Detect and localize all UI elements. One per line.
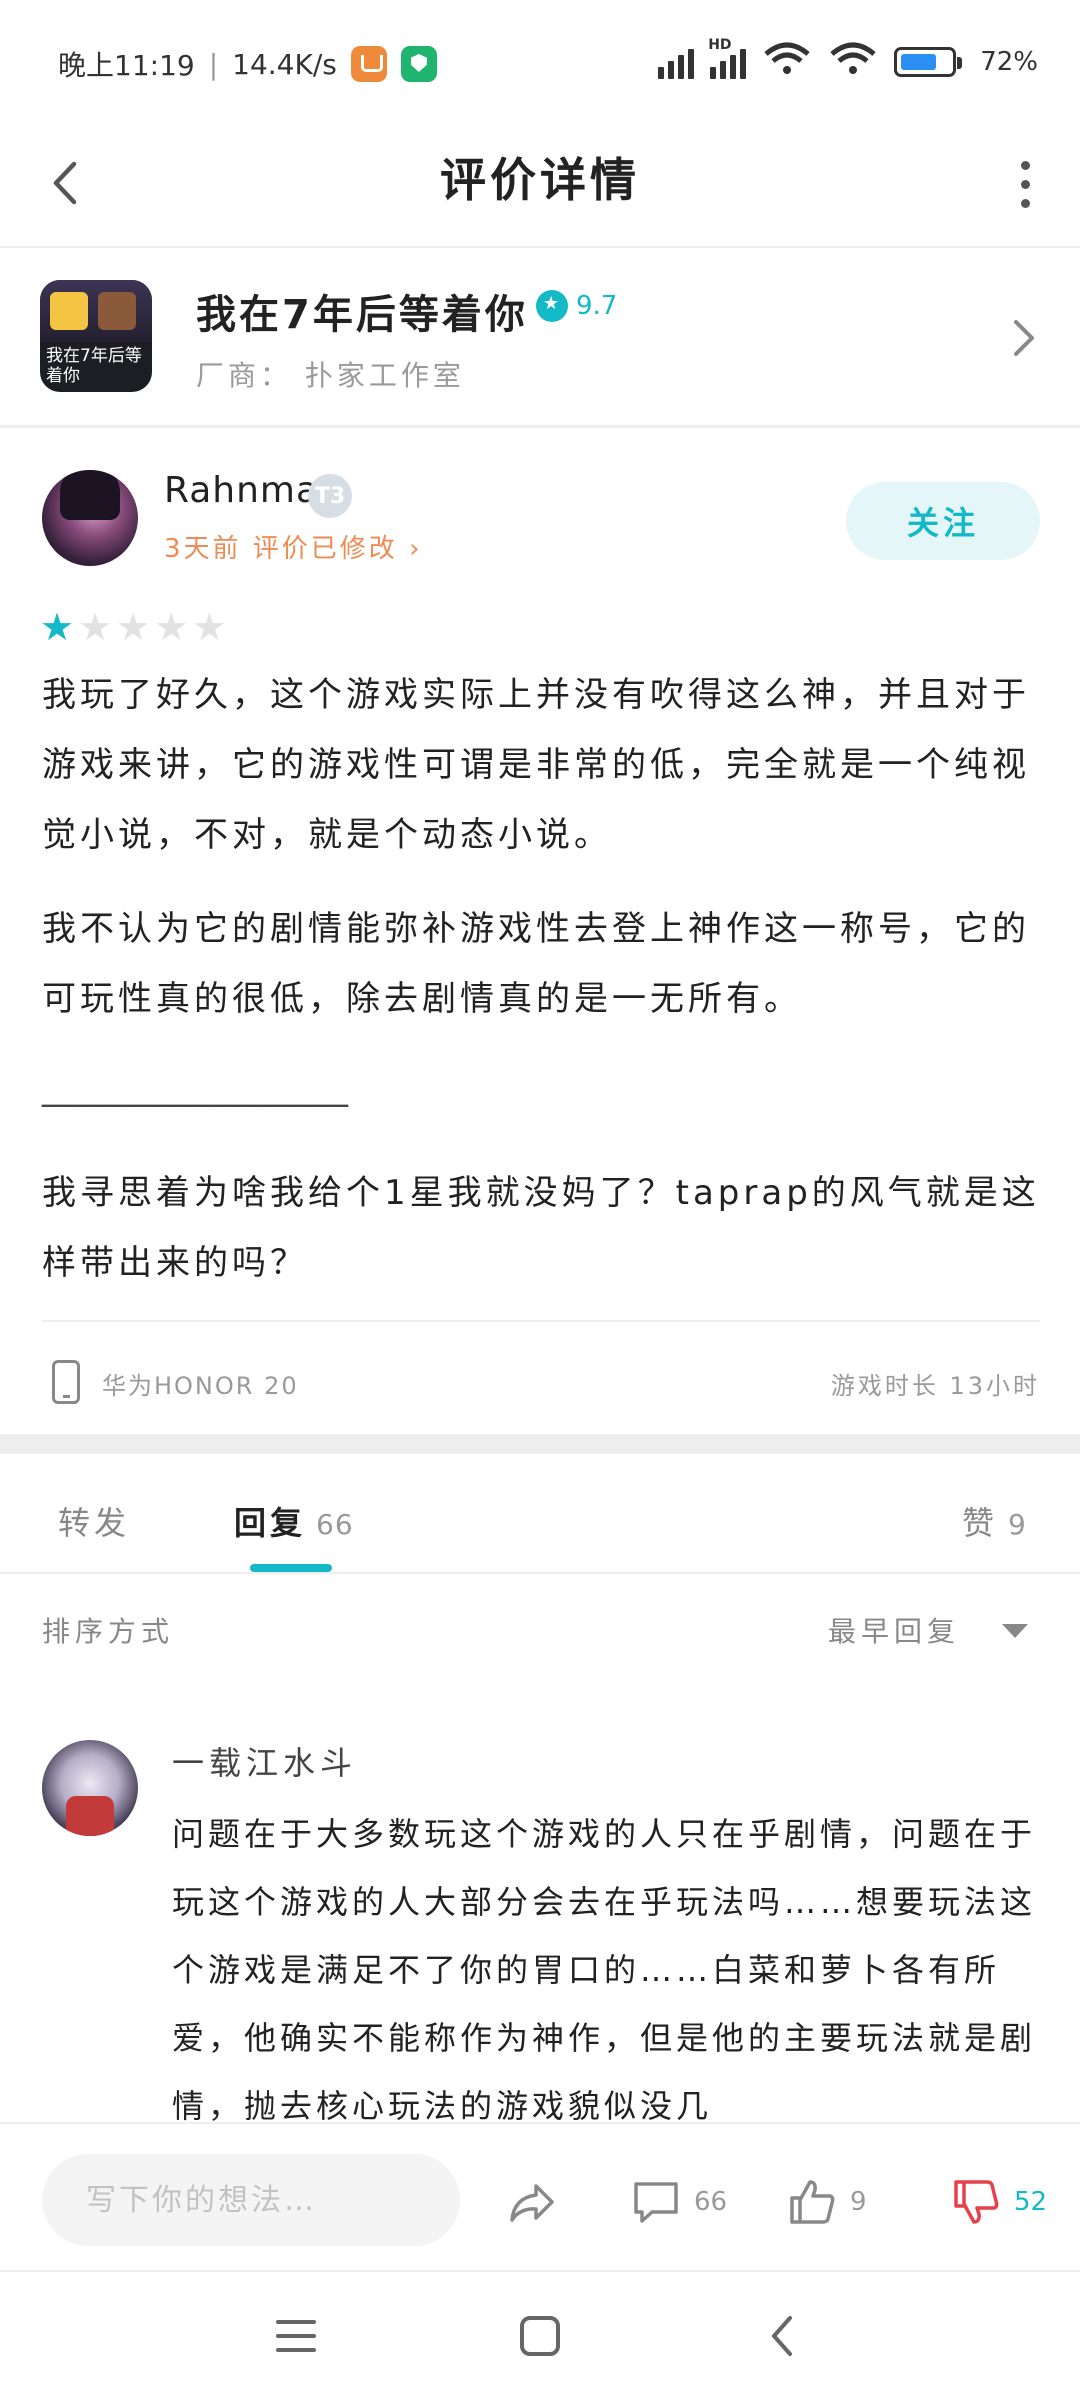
- top-app-bar: 评价详情: [0, 120, 1080, 248]
- share-icon: [510, 2184, 554, 2222]
- review-separator: __________________: [42, 1068, 348, 1108]
- game-rating: 9.7: [536, 290, 617, 322]
- review-body: 我玩了好久，这个游戏实际上并没有吹得这么神，并且对于游戏来讲，它的游戏性可谓是非…: [42, 660, 1042, 1322]
- sort-label: 排序方式: [42, 1615, 175, 1648]
- tab-active-indicator: [250, 1564, 332, 1572]
- follow-button[interactable]: 关注: [846, 482, 1040, 560]
- home-nav-icon[interactable]: [516, 2312, 564, 2360]
- tab-repost-label: 转发: [58, 1504, 131, 1542]
- bottom-action-bar: 66 9 52: [0, 2122, 1080, 2270]
- sort-dropdown[interactable]: 最早回复: [828, 1610, 960, 1650]
- wifi-icon: [762, 40, 812, 83]
- status-right: HD 72%: [658, 37, 1038, 83]
- game-cover-image: 我在7年后等着你: [40, 280, 152, 392]
- tab-like-count: 9: [1008, 1508, 1027, 1541]
- phone-icon: [52, 1360, 80, 1404]
- status-left: 晚上11:19 | 14.4K/s: [58, 44, 437, 84]
- comment-button[interactable]: 66: [630, 2176, 727, 2228]
- review-paragraph: 我玩了好久，这个游戏实际上并没有吹得这么神，并且对于游戏来讲，它的游戏性可谓是非…: [42, 675, 1030, 855]
- like-button[interactable]: 9: [786, 2176, 867, 2228]
- tab-repost[interactable]: 转发: [58, 1498, 130, 1544]
- tab-like-label: 赞: [962, 1504, 999, 1542]
- rating-star-icon: [536, 290, 568, 322]
- tab-reply[interactable]: 回复 66: [234, 1498, 354, 1544]
- star-empty-icon: ★: [154, 605, 189, 649]
- reply-author-name[interactable]: 一载江水斗: [172, 1738, 357, 1784]
- tab-reply-label: 回复: [234, 1504, 307, 1542]
- section-divider: [0, 1434, 1080, 1454]
- game-vendor: 厂商： 扑家工作室: [196, 359, 465, 392]
- security-app-icon: [400, 46, 437, 82]
- thumbs-up-icon: [790, 2180, 835, 2224]
- game-title: 我在7年后等着你: [196, 292, 528, 338]
- reply-text[interactable]: 问题在于大多数玩这个游戏的人只在乎剧情，问题在于玩这个游戏的人大部分会去在乎玩法…: [172, 1800, 1036, 2122]
- game-rating-value: 9.7: [576, 291, 618, 321]
- comment-count: 66: [694, 2187, 728, 2217]
- dislike-count: 52: [1014, 2187, 1048, 2217]
- star-rating: ★ ★ ★ ★ ★: [40, 608, 226, 646]
- star-filled-icon: ★: [40, 605, 75, 649]
- tab-reply-count: 66: [316, 1508, 354, 1541]
- review-paragraph: 我寻思着为啥我给个1星我就没妈了？taprap的风气就是这样带出来的吗？: [42, 1173, 1040, 1283]
- caret-down-icon[interactable]: [1002, 1624, 1028, 1638]
- wifi-icon-2: [828, 40, 878, 83]
- author-avatar[interactable]: [42, 470, 138, 566]
- menu-nav-icon[interactable]: [272, 2312, 320, 2360]
- play-time: 游戏时长 13小时: [830, 1372, 1040, 1400]
- signal-icon: [658, 45, 695, 79]
- status-time: 晚上11:19: [58, 49, 195, 82]
- comment-icon: [634, 2182, 678, 2223]
- author-level-badge: T3: [308, 474, 352, 518]
- battery-icon: [894, 46, 963, 77]
- review-meta[interactable]: 3天前 评价已修改 ›: [164, 528, 422, 565]
- dislike-button[interactable]: 52: [950, 2176, 1047, 2228]
- page-title: 评价详情: [440, 153, 640, 207]
- review-footer: 华为HONOR 20 游戏时长 13小时: [42, 1320, 1040, 1440]
- share-button[interactable]: [506, 2176, 558, 2228]
- system-nav-bar: [0, 2270, 1080, 2400]
- hd-signal-icon: HD: [708, 37, 747, 79]
- star-empty-icon: ★: [78, 605, 113, 649]
- review-paragraph: 我不认为它的剧情能弥补游戏性去登上神作这一称号，它的可玩性真的很低，除去剧情真的…: [42, 909, 1030, 1019]
- thumbs-down-icon: [954, 2180, 999, 2224]
- comment-input[interactable]: [42, 2154, 460, 2246]
- network-speed: 14.4K/s: [232, 47, 337, 81]
- hd-label: HD: [708, 36, 732, 53]
- like-count: 9: [850, 2187, 867, 2217]
- reply-tabs: 转发 回复 66 赞9: [0, 1454, 1080, 1574]
- more-options-icon[interactable]: [1010, 154, 1040, 214]
- game-cover-text: 我在7年后等着你: [46, 346, 142, 386]
- sort-row: 排序方式 最早回复: [0, 1602, 1080, 1662]
- notification-app-icon: [350, 46, 387, 82]
- game-card[interactable]: 我在7年后等着你 我在7年后等着你 9.7 厂商： 扑家工作室: [0, 250, 1080, 428]
- tab-like[interactable]: 赞9: [962, 1498, 1027, 1544]
- star-empty-icon: ★: [192, 605, 227, 649]
- star-empty-icon: ★: [116, 605, 151, 649]
- reply-author-avatar[interactable]: [42, 1740, 138, 1836]
- device-name: 华为HONOR 20: [102, 1372, 299, 1400]
- battery-percent: 72%: [980, 46, 1038, 77]
- back-nav-icon[interactable]: [760, 2312, 808, 2360]
- chevron-right-icon: [1014, 320, 1034, 356]
- status-bar: 晚上11:19 | 14.4K/s HD 72%: [0, 0, 1080, 120]
- status-divider: |: [208, 47, 219, 81]
